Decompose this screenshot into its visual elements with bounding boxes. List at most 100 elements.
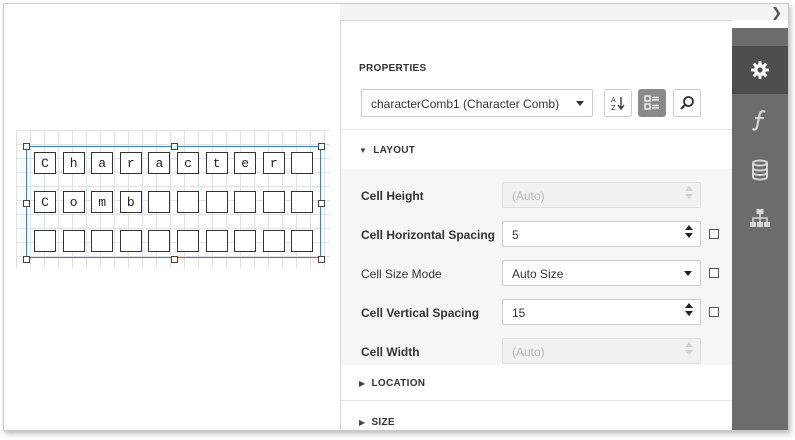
comb-cell: a [148,152,171,174]
resize-handle[interactable] [23,256,30,263]
field-list-tab[interactable] [732,146,788,194]
comb-cell [234,191,257,213]
properties-tab[interactable] [732,46,788,94]
sort-alphabetical-button[interactable]: A Z [604,89,632,117]
comb-cell [119,230,142,252]
svg-text:Z: Z [611,104,616,111]
expressions-tab[interactable] [732,96,788,144]
spin-buttons [685,186,693,199]
property-label: Cell Width [361,345,420,359]
component-selector[interactable]: characterComb1 (Character Comb) [361,89,593,117]
function-icon [752,110,766,131]
comb-cell [177,230,199,252]
chevron-down-icon [576,101,584,106]
comb-cell: r [119,152,142,174]
designer-window: CharacterComb ❯ PROPERTIES characterComb… [3,3,789,431]
property-label: Cell Horizontal Spacing [361,228,496,242]
property-value: (Auto) [512,189,545,203]
spin-down-icon [685,311,693,316]
design-surface[interactable]: CharacterComb [4,4,340,430]
property-value: 5 [512,228,519,242]
spin-up-icon [685,342,693,347]
comb-cell: c [177,152,199,174]
comb-cell [34,230,56,252]
spin-up-icon [685,186,693,191]
triangle-down-icon: ▼ [359,146,368,155]
gear-icon [751,61,769,79]
property-select[interactable]: Auto Size [502,260,701,286]
spin-buttons [685,342,693,355]
divider [341,400,733,401]
resize-handle[interactable] [318,199,325,207]
comb-cell [148,230,171,252]
comb-cell [291,191,314,213]
panel-top-bar: ❯ [340,4,788,21]
comb-cell: m [91,191,114,213]
report-explorer-tab[interactable] [732,194,788,242]
spin-buttons[interactable] [685,303,693,316]
section-layout[interactable]: ▼ LAYOUT [359,145,415,156]
section-location[interactable]: ▶ LOCATION [359,378,425,389]
section-size[interactable]: ▶ SIZE [359,417,395,428]
property-checkbox[interactable] [709,268,719,278]
comb-cell: C [34,152,56,174]
property-spin-input: (Auto) [502,182,701,208]
comb-cell [148,191,171,213]
resize-handle[interactable] [23,143,30,150]
comb-cell [291,230,314,252]
property-spin-input[interactable]: 5 [502,221,701,247]
property-value: 15 [512,306,526,320]
spin-down-icon [685,233,693,238]
property-spin-input[interactable]: 15 [502,299,701,325]
property-checkbox[interactable] [709,229,719,239]
comb-cell [205,191,228,213]
resize-handle[interactable] [170,256,178,263]
chevron-right-icon[interactable]: ❯ [771,5,782,21]
spin-up-icon [685,303,693,308]
comb-cell [177,191,199,213]
layout-properties: Cell Height (Auto) Cell Horizontal Spacing… [341,169,733,365]
search-icon [680,96,694,110]
categorized-view-button[interactable] [638,89,666,117]
property-spin-input: (Auto) [502,338,701,364]
spin-up-icon [685,225,693,230]
component-selector-value: characterComb1 (Character Comb) [371,97,560,111]
categories-icon [644,95,659,110]
property-label: Cell Size Mode [361,267,442,281]
side-tab-rail [732,28,788,430]
property-checkbox[interactable] [709,307,719,317]
property-label: Cell Vertical Spacing [361,306,480,320]
comb-cell [262,230,285,252]
comb-cell: t [205,152,228,174]
search-button[interactable] [673,89,701,117]
spin-buttons[interactable] [685,225,693,238]
comb-cell: a [91,152,114,174]
comb-cell [234,230,257,252]
comb-cell [291,152,314,174]
chevron-down-icon [684,271,692,276]
comb-cell [262,191,285,213]
database-icon [752,159,768,181]
resize-handle[interactable] [170,143,178,150]
comb-cell: e [234,152,257,174]
resize-handle[interactable] [23,199,30,207]
svg-text:A: A [611,96,616,104]
spin-down-icon [685,350,693,355]
panel-title: PROPERTIES [359,63,427,74]
triangle-right-icon: ▶ [359,418,366,427]
divider [341,129,733,130]
sort-az-icon: A Z [611,96,625,111]
property-value: (Auto) [512,345,545,359]
resize-handle[interactable] [318,256,325,263]
comb-cell: r [262,152,285,174]
comb-cell [62,230,85,252]
hierarchy-icon [750,209,770,227]
triangle-right-icon: ▶ [359,379,366,388]
comb-cell [205,230,228,252]
resize-handle[interactable] [318,143,325,150]
property-label: Cell Height [361,189,424,203]
comb-cell: o [62,191,85,213]
comb-cell [91,230,114,252]
properties-panel: PROPERTIES characterComb1 (Character Com… [340,20,733,430]
comb-cell: h [62,152,85,174]
